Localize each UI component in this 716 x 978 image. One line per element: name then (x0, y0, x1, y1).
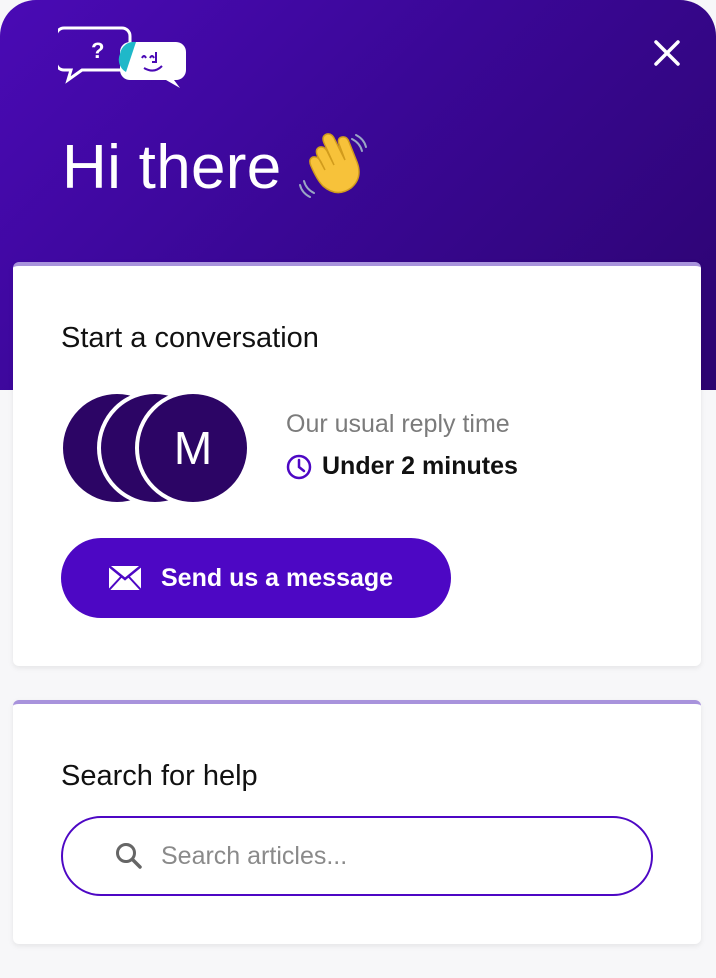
search-input[interactable] (161, 841, 601, 871)
search-help-card: Search for help (13, 700, 701, 944)
search-help-title: Search for help (61, 760, 258, 792)
close-icon (654, 40, 680, 66)
greeting-heading: Hi there (62, 132, 368, 203)
chat-bubbles-logo-icon: ? (54, 24, 192, 88)
send-message-button[interactable]: Send us a message (61, 538, 451, 618)
search-box[interactable] (61, 816, 653, 896)
avatar: M (135, 390, 251, 506)
start-conversation-card: Start a conversation M Our usual reply t… (13, 262, 701, 666)
reply-time-value: Under 2 minutes (286, 452, 518, 481)
messenger-widget: ? Hi there Start a conversation M Our us… (0, 0, 716, 978)
waving-hand-icon (298, 132, 368, 203)
clock-icon (286, 454, 312, 479)
send-message-label: Send us a message (161, 563, 394, 592)
start-conversation-title: Start a conversation (61, 322, 319, 354)
search-icon (116, 843, 142, 869)
greeting-text: Hi there (62, 133, 282, 202)
close-button[interactable] (646, 32, 688, 74)
reply-time-label: Our usual reply time (286, 410, 510, 438)
reply-time-text: Under 2 minutes (322, 452, 518, 480)
team-avatars: M (59, 390, 259, 506)
svg-text:?: ? (91, 38, 104, 63)
envelope-icon (109, 566, 141, 590)
